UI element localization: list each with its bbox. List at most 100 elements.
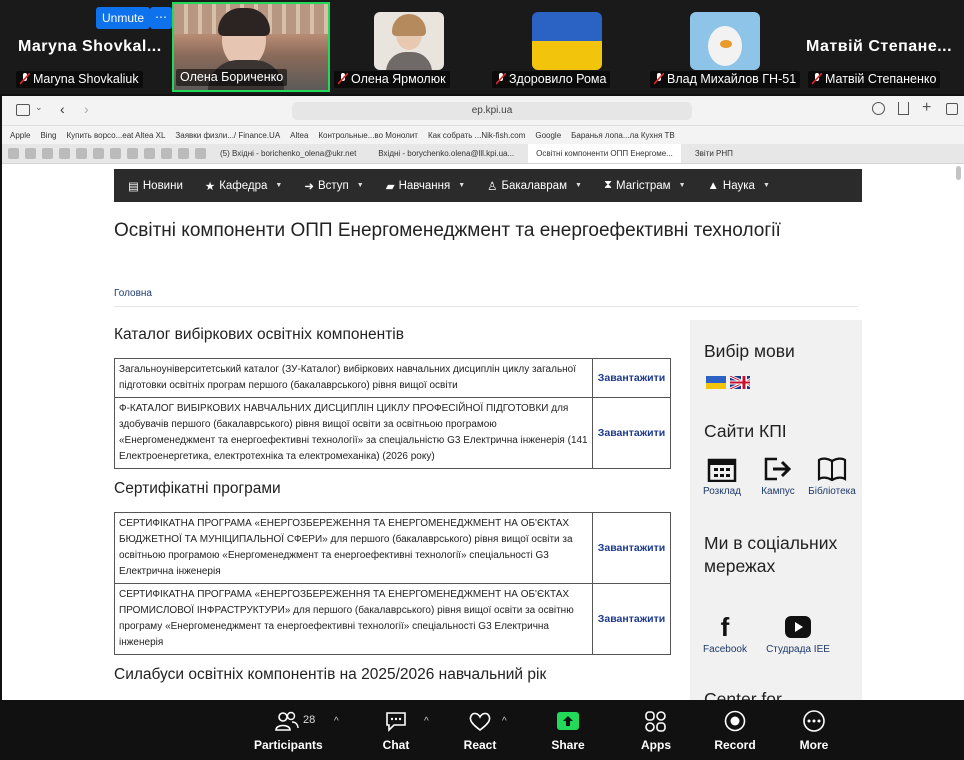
- download-link[interactable]: Завантажити: [592, 512, 671, 584]
- page-scrollbar[interactable]: [956, 166, 961, 180]
- tab-active-page[interactable]: Освітні компоненти ОПП Енергоме...: [528, 144, 681, 163]
- pinned-tab[interactable]: [195, 148, 206, 159]
- document-description: СЕРТИФІКАТНА ПРОГРАМА «ЕНЕРГОЗБЕРЕЖЕННЯ …: [114, 583, 593, 655]
- pinned-tab[interactable]: [76, 148, 87, 159]
- nav-education[interactable]: ▰ Навчання ▼: [386, 179, 465, 193]
- youtube-icon: [783, 614, 813, 640]
- sidebar-toggle-icon[interactable]: [16, 104, 30, 116]
- bookmark-google[interactable]: Google: [535, 131, 561, 140]
- participant-tile-matvii[interactable]: Матвій Степане... Матвій Степаненко: [806, 2, 964, 92]
- nav-masters[interactable]: ⧗ Магістрам ▼: [604, 179, 686, 192]
- social-title: Ми в соціальних мережах: [704, 533, 838, 576]
- tab-ukr-net-inbox[interactable]: (5) Вхідні - borichenko_olena@ukr.net: [212, 144, 364, 163]
- bookmark-altea[interactable]: Altea: [290, 131, 308, 140]
- chevron-up-icon[interactable]: ^: [424, 716, 429, 727]
- student-council-link[interactable]: Студрада IEE: [762, 614, 834, 655]
- bookmark-altea-xl[interactable]: Купить ворсо...eat Altea XL: [66, 131, 165, 140]
- schedule-link[interactable]: Розклад: [698, 456, 746, 497]
- sidebar: Вибір мови Сайти КПІ Розклад Кампус Бібл…: [690, 320, 862, 700]
- pinned-tab[interactable]: [59, 148, 70, 159]
- nav-bachelors[interactable]: ♙ Бакалаврам ▼: [487, 179, 582, 193]
- forward-icon[interactable]: ›: [84, 101, 89, 117]
- bookmark-apple[interactable]: Apple: [10, 131, 30, 140]
- chevron-up-icon[interactable]: ^: [334, 716, 339, 727]
- share-icon[interactable]: [898, 102, 909, 115]
- address-bar[interactable]: ep.kpi.ua: [292, 102, 692, 120]
- zoom-participant-strip: Maryna Shovkal... Maryna Shovkaliuk Unmu…: [0, 0, 964, 94]
- campus-link[interactable]: Кампус: [754, 456, 802, 497]
- apps-button[interactable]: Apps: [636, 708, 676, 752]
- tab-rnp-reports[interactable]: Звіти РНП: [687, 144, 741, 163]
- nav-science[interactable]: ▲ Наука ▼: [708, 180, 770, 192]
- pinned-tab[interactable]: [42, 148, 53, 159]
- download-link[interactable]: Завантажити: [592, 583, 671, 655]
- pinned-tab[interactable]: [178, 148, 189, 159]
- participant-label: Олена Бориченко: [176, 69, 288, 86]
- nav-department[interactable]: ★ Кафедра ▼: [205, 179, 282, 193]
- bookmark-kukhnia-tv[interactable]: Баранья лопа...ла Кухня ТВ: [571, 131, 675, 140]
- breadcrumb-home[interactable]: Головна: [114, 288, 152, 299]
- facebook-link[interactable]: f Facebook: [700, 614, 750, 655]
- library-link[interactable]: Бібліотека: [804, 456, 860, 497]
- tab-bar: (5) Вхідні - borichenko_olena@ukr.net Вх…: [2, 144, 964, 164]
- pinned-tab[interactable]: [127, 148, 138, 159]
- record-icon: [710, 708, 760, 734]
- share-screen-icon: [548, 708, 588, 734]
- new-tab-icon[interactable]: +: [922, 99, 931, 117]
- ukrainian-flag-icon[interactable]: [706, 376, 726, 389]
- sign-in-icon: ➜: [304, 180, 314, 193]
- document-description: Ф-КАТАЛОГ ВИБІРКОВИХ НАВЧАЛЬНИХ ДИСЦИПЛІ…: [114, 397, 593, 469]
- bookmark-bing[interactable]: Bing: [40, 131, 56, 140]
- pinned-tab[interactable]: [161, 148, 172, 159]
- section-title-catalog: Каталог вибіркових освітніх компонентів: [114, 326, 404, 343]
- facebook-icon: f: [720, 612, 730, 642]
- chat-button[interactable]: Chat: [378, 708, 414, 752]
- bookmark-nik-fish[interactable]: Как собрать ...Nik-fish.com: [428, 131, 525, 140]
- browser-toolbar: ⌄ ‹ › ep.kpi.ua +: [2, 96, 964, 126]
- graduation-cap-icon: ▲: [707, 179, 719, 192]
- section-title-syllabi: Силабуси освітніх компонентів на 2025/20…: [114, 666, 547, 683]
- back-icon[interactable]: ‹: [60, 101, 65, 117]
- tab-overview-icon[interactable]: [946, 103, 958, 115]
- british-flag-icon[interactable]: [730, 376, 750, 389]
- participant-tile-zdorovylo-roma[interactable]: Здоровило Рома: [490, 2, 648, 92]
- table-row: СЕРТИФІКАТНА ПРОГРАМА «ЕНЕРГОЗБЕРЕЖЕННЯ …: [114, 583, 671, 655]
- share-screen-button[interactable]: Share: [548, 708, 588, 752]
- nav-admission[interactable]: ➜ Вступ ▼: [304, 179, 363, 193]
- participant-tile-vlad-mykhailov[interactable]: Влад Михайлов ГН-51: [648, 2, 806, 92]
- download-icon[interactable]: [872, 102, 885, 115]
- table-row: СЕРТИФІКАТНА ПРОГРАМА «ЕНЕРГОЗБЕРЕЖЕННЯ …: [114, 512, 671, 584]
- calendar-icon: [707, 456, 737, 483]
- participant-big-name: Maryna Shovkal...: [18, 38, 162, 55]
- pinned-tab[interactable]: [144, 148, 155, 159]
- participant-big-name: Матвій Степане...: [806, 38, 953, 55]
- download-link[interactable]: Завантажити: [592, 397, 671, 469]
- bookmark-monolit[interactable]: Контрольные...во Монолит: [318, 131, 418, 140]
- more-button[interactable]: More: [794, 708, 834, 752]
- chevron-down-icon[interactable]: ⌄: [35, 102, 43, 113]
- pinned-tab[interactable]: [110, 148, 121, 159]
- chevron-up-icon[interactable]: ^: [502, 716, 507, 727]
- record-button[interactable]: Record: [710, 708, 760, 752]
- kpi-sites-title: Сайти КПІ: [704, 421, 787, 441]
- participant-label: Матвій Степаненко: [808, 71, 941, 88]
- pinned-tab[interactable]: [93, 148, 104, 159]
- pinned-tab[interactable]: [8, 148, 19, 159]
- react-button[interactable]: React: [460, 708, 500, 752]
- mic-muted-icon: [337, 72, 349, 85]
- tab-kpi-inbox[interactable]: Вхідні - borychenko.olena@lll.kpi.ua...: [370, 144, 522, 163]
- bookmark-finance-ua[interactable]: Заявки физли.../ Finance.UA: [175, 131, 280, 140]
- participant-label: Влад Михайлов ГН-51: [650, 71, 801, 88]
- caret-down-icon: ▼: [678, 182, 686, 189]
- participant-tile-olena-borychenko[interactable]: Олена Бориченко: [172, 2, 330, 92]
- pinned-tab[interactable]: [25, 148, 36, 159]
- caret-down-icon: ▼: [575, 182, 582, 189]
- document-description: СЕРТИФІКАТНА ПРОГРАМА «ЕНЕРГОЗБЕРЕЖЕННЯ …: [114, 512, 593, 584]
- download-link[interactable]: Завантажити: [592, 358, 671, 398]
- more-options-button[interactable]: ⋯: [150, 7, 172, 29]
- avatar: [374, 12, 444, 70]
- unmute-button[interactable]: Unmute: [96, 7, 151, 29]
- participant-tile-olena-yarmoliuk[interactable]: Олена Ярмолюк: [332, 2, 490, 92]
- user-icon: ♙: [487, 180, 498, 193]
- nav-news[interactable]: ▤ Новини: [128, 179, 183, 193]
